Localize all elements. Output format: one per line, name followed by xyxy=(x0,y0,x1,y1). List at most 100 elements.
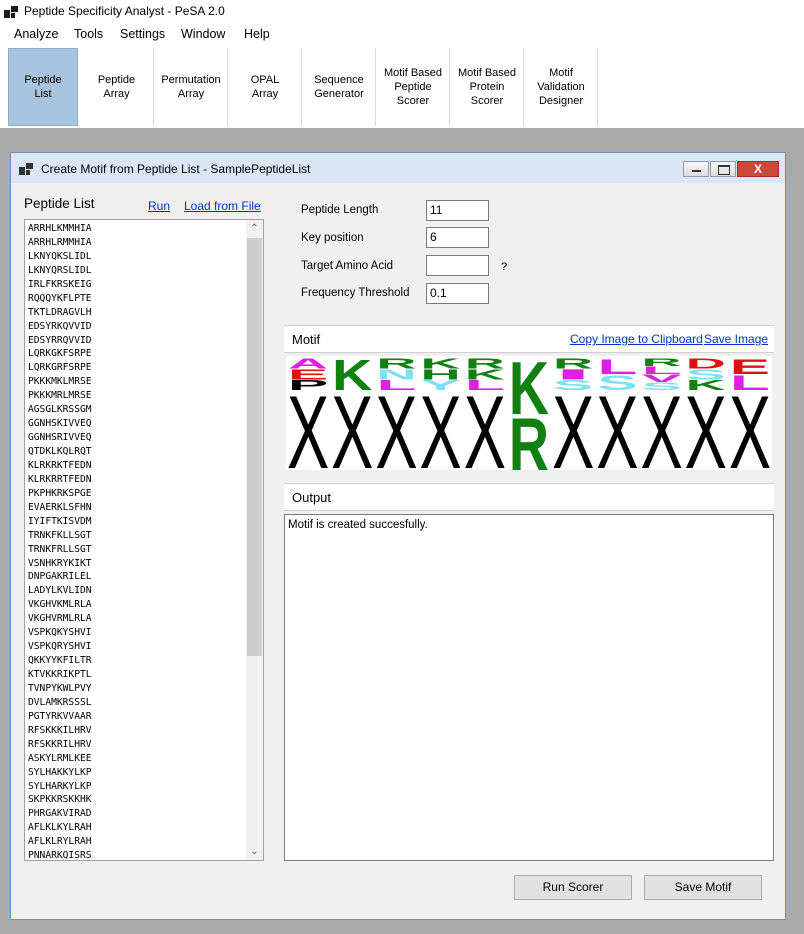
maximize-icon xyxy=(718,165,730,175)
peptide-list-item[interactable]: RFSKKKILHRV xyxy=(28,724,246,738)
child-window-title-bar[interactable]: Create Motif from Peptide List - SampleP… xyxy=(11,153,785,183)
peptide-list-item[interactable]: KTVKKRIKPTL xyxy=(28,668,246,682)
peptide-list-item[interactable]: ARRHLKMMHIA xyxy=(28,222,246,236)
output-textbox[interactable]: Motif is created succesfully. xyxy=(284,514,774,861)
peptide-list-item[interactable]: ARRHLRMMHIA xyxy=(28,236,246,250)
peptide-list-item[interactable]: AFLKLRYLRAH xyxy=(28,835,246,849)
logo-letter-x: X xyxy=(287,375,329,470)
peptide-list-item[interactable]: IYIFTKISVDM xyxy=(28,515,246,529)
menu-help[interactable]: Help xyxy=(244,27,270,41)
toolbar-motif-validation-designer-button[interactable]: Motif Validation Designer xyxy=(525,48,598,126)
toolbar-peptide-array-button[interactable]: Peptide Array xyxy=(80,48,154,126)
peptide-list-item[interactable]: PGTYRKVVAAR xyxy=(28,710,246,724)
peptide-list-item[interactable]: EDSYRKQVVID xyxy=(28,320,246,334)
logo-letter-x: X xyxy=(331,375,373,470)
scroll-down-icon[interactable]: ⌄ xyxy=(246,843,263,860)
peptide-list-item[interactable]: EDSYRRQVVID xyxy=(28,334,246,348)
peptide-list-item[interactable]: SYLHARKYLKP xyxy=(28,780,246,794)
menu-window[interactable]: Window xyxy=(181,27,225,41)
output-text: Motif is created succesfully. xyxy=(288,519,428,531)
run-link[interactable]: Run xyxy=(148,199,170,213)
peptide-list-item[interactable]: PHRGAKVIRAD xyxy=(28,807,246,821)
minimize-button[interactable] xyxy=(683,161,709,177)
peptide-list-item[interactable]: PKKKMRLMRSE xyxy=(28,389,246,403)
peptide-list-item[interactable]: TKTLDRAGVLH xyxy=(28,306,246,320)
app-title: Peptide Specificity Analyst - PeSA 2.0 xyxy=(24,4,225,18)
motif-logo-svg: AEPX KXRNLXKHYXRKLX KRRISXLSXRLVSXDSKXELX xyxy=(287,347,771,491)
peptide-list-item[interactable]: TRNKFRLLSGT xyxy=(28,543,246,557)
menu-settings[interactable]: Settings xyxy=(120,27,165,41)
menu-analyze[interactable]: Analyze xyxy=(14,27,58,41)
motif-logo: AEPXKXRNLXKHYXRKLXKRRISXLSXRLVSXDSKXELX xyxy=(286,347,772,491)
save-image-link[interactable]: Save Image xyxy=(704,332,768,346)
peptide-list-item[interactable]: LADYLKVLIDN xyxy=(28,584,246,598)
output-header: Output xyxy=(284,483,774,511)
toolbar-motif-peptide-scorer-button[interactable]: Motif Based Peptide Scorer xyxy=(377,48,450,126)
peptide-list-item[interactable]: VSPKQRYSHVI xyxy=(28,640,246,654)
maximize-button[interactable] xyxy=(710,161,736,177)
peptide-list-item[interactable]: RQQQYKFLPTE xyxy=(28,292,246,306)
copy-image-link[interactable]: Copy Image to Clipboard xyxy=(570,332,703,346)
peptide-list-item[interactable]: LQRKGRFSRPE xyxy=(28,361,246,375)
logo-letter-x: X xyxy=(420,375,462,470)
logo-letter-r: R xyxy=(509,403,549,470)
peptide-list-item[interactable]: GGNHSKIVVEQ xyxy=(28,417,246,431)
peptide-list-item[interactable]: PKPHKRKSPGE xyxy=(28,487,246,501)
peptide-list-label: Peptide List xyxy=(24,196,95,211)
peptide-listbox[interactable]: ARRHLKMMHIA ARRHLRMMHIA LKNYQKSLIDL LKNYQRS… xyxy=(24,219,264,861)
frequency-threshold-label: Frequency Threshold xyxy=(301,287,410,299)
peptide-list-item[interactable]: SKPKKRSKKHK xyxy=(28,793,246,807)
peptide-list-item[interactable]: DNPGAKRILEL xyxy=(28,570,246,584)
target-amino-acid-label: Target Amino Acid xyxy=(301,260,394,272)
toolbar-sequence-generator-button[interactable]: Sequence Generator xyxy=(303,48,376,126)
peptide-list-item[interactable]: RFSKKRILHRV xyxy=(28,738,246,752)
logo-letter-x: X xyxy=(729,375,771,470)
peptide-list-item[interactable]: VSNHKRYKIKT xyxy=(28,557,246,571)
peptide-list-item[interactable]: TVNPYKWLPVY xyxy=(28,682,246,696)
peptide-length-input[interactable]: 11 xyxy=(426,200,489,221)
toolbar-motif-protein-scorer-button[interactable]: Motif Based Protein Scorer xyxy=(451,48,524,126)
peptide-list-item[interactable]: QTDKLKQLRQT xyxy=(28,445,246,459)
peptide-list-item[interactable]: LQRKGKFSRPE xyxy=(28,347,246,361)
peptide-list-item[interactable]: VKGHVRMLRLA xyxy=(28,612,246,626)
save-motif-button[interactable]: Save Motif xyxy=(644,875,762,900)
peptide-list-item[interactable]: PKKKMKLMRSE xyxy=(28,375,246,389)
peptide-list-item[interactable]: ASKYLRMLKEE xyxy=(28,752,246,766)
peptide-list-item[interactable]: EVAERKLSFHN xyxy=(28,501,246,515)
peptide-list-item[interactable]: LKNYQRSLIDL xyxy=(28,264,246,278)
peptide-list-item[interactable]: PNNARKQISRS xyxy=(28,849,246,860)
peptide-list-scrollbar[interactable]: ⌃ ⌄ xyxy=(246,220,263,860)
peptide-list-item[interactable]: IRLFKRSKEIG xyxy=(28,278,246,292)
toolbar-permutation-array-button[interactable]: Permutation Array xyxy=(155,48,228,126)
toolbar: Peptide List Peptide Array Permutation A… xyxy=(0,46,804,129)
peptide-list-item[interactable]: AGSGLKRSSGM xyxy=(28,403,246,417)
peptide-list-item[interactable]: TRNKFKLLSGT xyxy=(28,529,246,543)
target-amino-acid-help[interactable]: ? xyxy=(501,261,507,273)
peptide-list-item[interactable]: VKGHVKMLRLA xyxy=(28,598,246,612)
peptide-list-item[interactable]: AFLKLKYLRAH xyxy=(28,821,246,835)
peptide-list-item[interactable]: GGNHSRIVVEQ xyxy=(28,431,246,445)
scroll-up-icon[interactable]: ⌃ xyxy=(246,220,263,237)
peptide-list-item[interactable]: QKKYYKFILTR xyxy=(28,654,246,668)
load-from-file-link[interactable]: Load from File xyxy=(184,199,261,213)
run-scorer-button[interactable]: Run Scorer xyxy=(514,875,632,900)
peptide-list-item[interactable]: KLRKRKTFEDN xyxy=(28,459,246,473)
toolbar-peptide-list-button[interactable]: Peptide List xyxy=(8,48,78,126)
close-button[interactable]: X xyxy=(737,161,779,177)
menu-tools[interactable]: Tools xyxy=(74,27,103,41)
peptide-list-item[interactable]: SYLHAKKYLKP xyxy=(28,766,246,780)
peptide-list-item[interactable]: KLRKRRTFEDN xyxy=(28,473,246,487)
scroll-thumb[interactable] xyxy=(247,238,262,656)
logo-letter-x: X xyxy=(375,375,417,470)
target-amino-acid-input[interactable] xyxy=(426,255,489,276)
child-window-icon xyxy=(19,162,33,175)
key-position-input[interactable]: 6 xyxy=(426,227,489,248)
peptide-list-item[interactable]: LKNYQKSLIDL xyxy=(28,250,246,264)
toolbar-opal-array-button[interactable]: OPAL Array xyxy=(229,48,302,126)
frequency-threshold-input[interactable]: 0.1 xyxy=(426,283,489,304)
logo-letter-x: X xyxy=(596,375,638,470)
peptide-list-item[interactable]: DVLAMKRSSSL xyxy=(28,696,246,710)
peptide-list-item[interactable]: VSPKQKYSHVI xyxy=(28,626,246,640)
output-label: Output xyxy=(292,490,332,505)
app-icon xyxy=(4,5,18,19)
